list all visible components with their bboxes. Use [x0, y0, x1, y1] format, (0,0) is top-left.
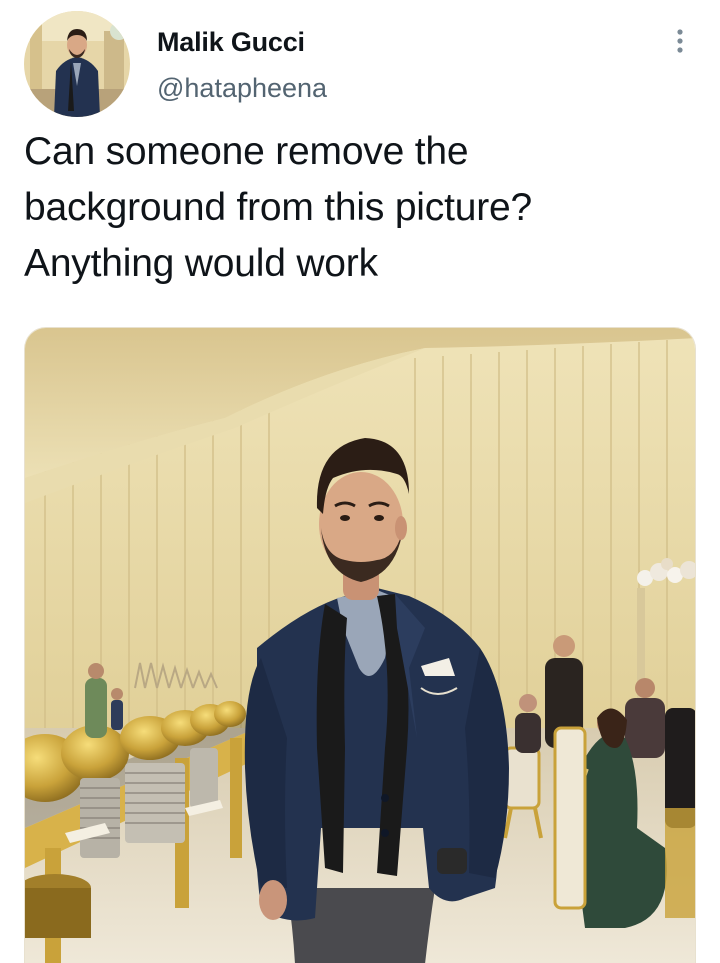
tweet-text: Can someone remove the background from t… [24, 130, 532, 285]
photo-illustration [25, 328, 695, 963]
tweet-photo[interactable] [24, 327, 696, 963]
author-display-name[interactable]: Malik Gucci [157, 27, 305, 58]
more-options-button[interactable] [664, 24, 696, 60]
avatar-image [24, 11, 130, 117]
more-vertical-icon [677, 29, 683, 53]
author-handle[interactable]: @hatapheena [157, 73, 327, 104]
tweet-card: Malik Gucci @hatapheena Can someone remo… [0, 0, 720, 963]
avatar[interactable] [24, 11, 130, 117]
